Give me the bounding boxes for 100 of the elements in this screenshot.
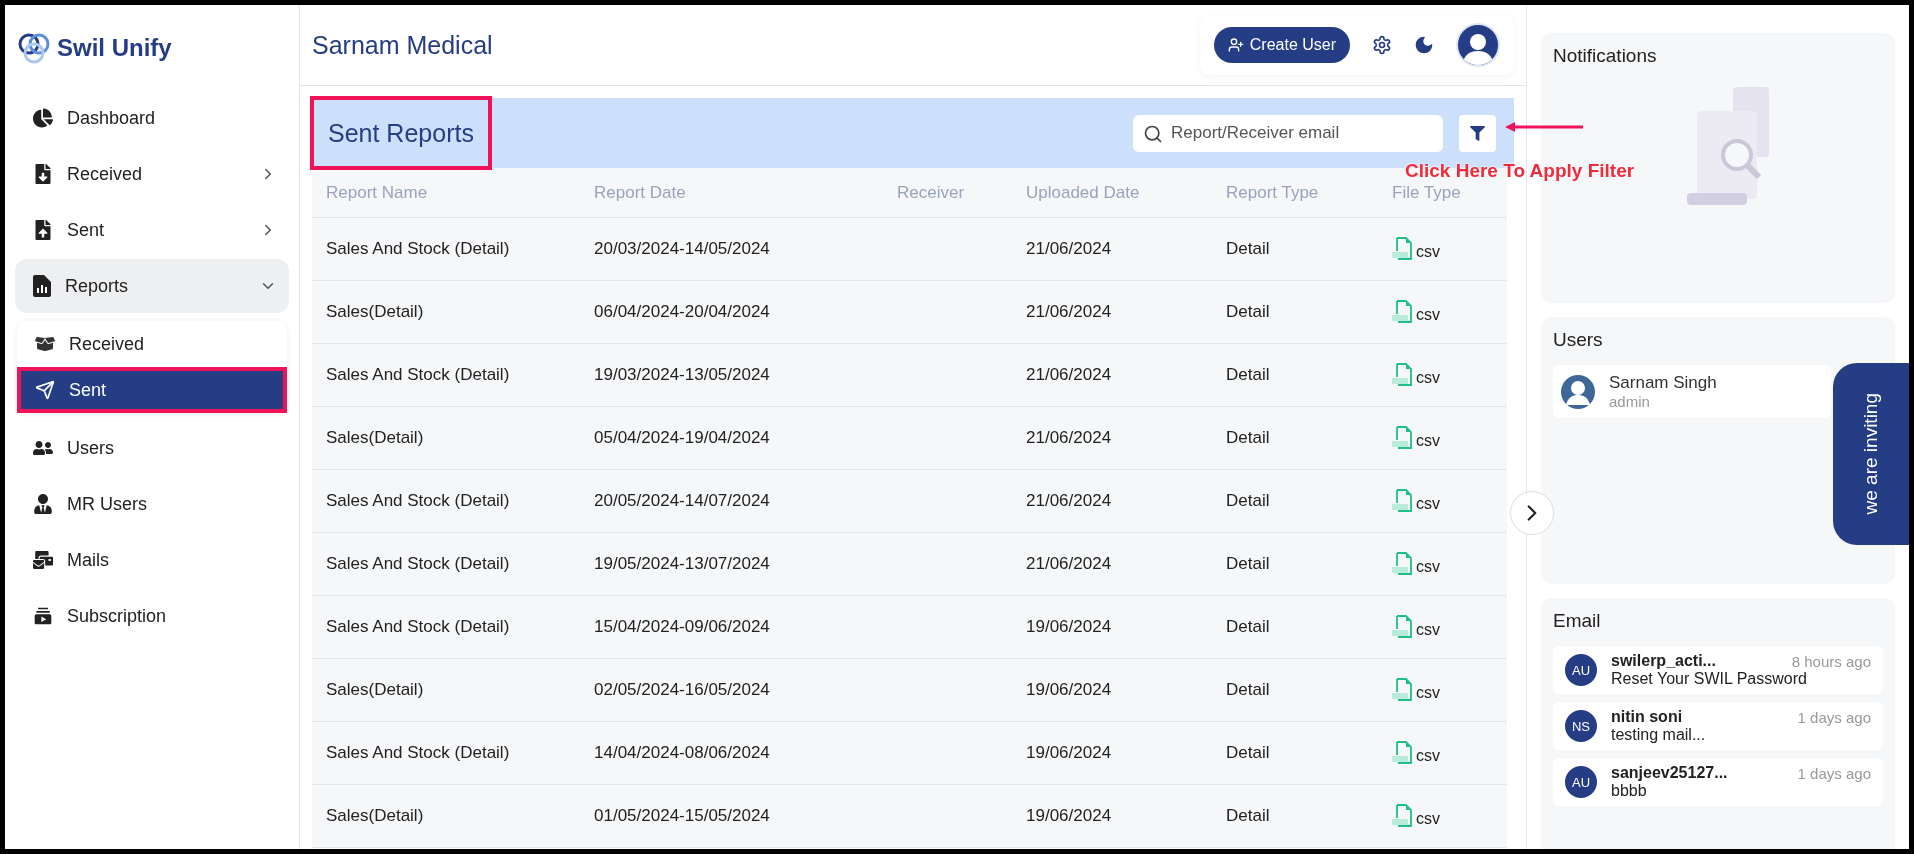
submenu-item[interactable]: Received [17, 321, 287, 367]
settings-icon[interactable] [1372, 35, 1392, 55]
table-cell-text: Sales And Stock (Detail) [326, 617, 511, 637]
table-cell-text: Detail [1226, 617, 1271, 637]
column-header: Receiver [897, 182, 966, 203]
email-subject: bbbb [1611, 782, 1648, 800]
table-cell: csv [1416, 243, 1440, 261]
table-cell-text: Detail [1226, 239, 1271, 259]
table-cell-text: Detail [1226, 428, 1271, 448]
table-cell-text: Detail [1226, 743, 1271, 763]
moon-icon[interactable] [1414, 35, 1434, 55]
table-cell-text: 21/06/2024 [1026, 302, 1113, 322]
user-role: admin [1609, 393, 1651, 410]
pie-chart-icon [33, 108, 53, 128]
sidebar-item[interactable]: Subscription [15, 589, 289, 643]
submenu-item[interactable]: Sent [17, 367, 287, 413]
email-subject: testing mail... [1611, 726, 1707, 744]
csv-file-icon [1392, 804, 1414, 828]
email-item[interactable]: AU swilerp_acti... 8 hours ago Reset Your SWIL Password [1553, 646, 1883, 694]
table-cell-text: 19/06/2024 [1026, 680, 1113, 700]
table-cell-text: 21/06/2024 [1026, 428, 1113, 448]
csv-file-icon [1392, 552, 1414, 576]
paper-plane-icon [35, 380, 55, 400]
csv-file-icon [1392, 615, 1414, 639]
table-cell-text: 21/06/2024 [1026, 554, 1113, 574]
table-cell-text: 06/04/2024-20/04/2024 [594, 302, 771, 322]
user-avatar-icon [1561, 374, 1595, 409]
table-cell-text: 21/06/2024 [1026, 239, 1113, 259]
report-file-icon [33, 275, 51, 297]
table-cell: csv [1416, 747, 1440, 765]
csv-file-icon [1392, 237, 1414, 261]
table-cell-text: Sales And Stock (Detail) [326, 554, 511, 574]
table-cell-text: 21/06/2024 [1026, 365, 1113, 385]
sidebar-item[interactable]: Sent [15, 203, 289, 257]
card-title: Users [1553, 329, 1604, 351]
table-cell-text: 20/03/2024-14/05/2024 [594, 239, 771, 259]
sidebar-item[interactable]: MR Users [15, 477, 289, 531]
table-cell: csv [1416, 369, 1440, 387]
csv-file-icon [1392, 363, 1414, 387]
table-cell-text: Sales(Detail) [326, 302, 425, 322]
table-cell-text: Detail [1226, 302, 1271, 322]
initials-avatar: NS [1565, 710, 1597, 742]
email-sender: sanjeev25127... [1611, 764, 1729, 782]
table-cell: csv [1416, 432, 1440, 450]
table-cell-text: 20/05/2024-14/07/2024 [594, 491, 771, 511]
column-header: Uploaded Date [1026, 182, 1141, 203]
table-cell-text: 21/06/2024 [1026, 491, 1113, 511]
sidebar-item[interactable]: Dashboard [15, 91, 289, 145]
column-header: Report Name [326, 182, 429, 203]
csv-file-icon [1392, 489, 1414, 513]
table-cell-text: 05/04/2024-19/04/2024 [594, 428, 771, 448]
sidebar-item[interactable]: Reports [15, 259, 289, 313]
page-title: Sarnam Medical [312, 30, 494, 60]
table-cell-text: 19/05/2024-13/07/2024 [594, 554, 771, 574]
table-cell-text: Detail [1226, 680, 1271, 700]
table-cell-text: Detail [1226, 806, 1271, 826]
table-cell-text: Sales(Detail) [326, 680, 425, 700]
table-cell: csv [1416, 810, 1440, 828]
table-cell-text: 19/06/2024 [1026, 806, 1113, 826]
table-cell-text: 01/05/2024-15/05/2024 [594, 806, 771, 826]
email-sender: swilerp_acti... [1611, 652, 1717, 670]
column-header: Report Type [1226, 182, 1320, 203]
table-cell-text: Sales And Stock (Detail) [326, 239, 511, 259]
email-item[interactable]: AU sanjeev25127... 1 days ago bbbb [1553, 758, 1883, 806]
filter-button[interactable] [1459, 114, 1496, 152]
email-time: 8 hours ago [1791, 652, 1871, 670]
user-item[interactable]: Sarnam Singh admin [1553, 365, 1831, 418]
initials-avatar: AU [1565, 654, 1597, 686]
file-upload-icon [33, 220, 53, 240]
panel-title: Sent Reports [310, 96, 492, 170]
filter-icon [1470, 125, 1485, 141]
avatar[interactable] [1456, 23, 1500, 67]
table-cell-text: Detail [1226, 491, 1271, 511]
table-cell-text: 14/04/2024-08/06/2024 [594, 743, 771, 763]
csv-file-icon [1392, 741, 1414, 765]
users-icon [33, 438, 53, 458]
mailbox-icon [33, 550, 53, 570]
sidebar-item[interactable]: Received [15, 147, 289, 201]
table-cell-text: 19/06/2024 [1026, 743, 1113, 763]
table-cell-text: 02/05/2024-16/05/2024 [594, 680, 771, 700]
table-cell-text: 15/04/2024-09/06/2024 [594, 617, 771, 637]
invite-tab[interactable]: we are inviting [1833, 363, 1909, 545]
create-user-button[interactable]: Create User [1213, 27, 1350, 63]
email-sender: nitin soni [1611, 708, 1684, 726]
column-header: File Type [1392, 182, 1462, 203]
email-time: 1 days ago [1797, 764, 1871, 782]
box-icon [35, 334, 55, 354]
card-title: Notifications [1553, 45, 1658, 67]
card-title: Email [1553, 610, 1602, 632]
table-cell: csv [1416, 495, 1440, 513]
csv-file-icon [1392, 678, 1414, 702]
initials-avatar: AU [1565, 766, 1597, 798]
email-item[interactable]: NS nitin soni 1 days ago testing mail... [1553, 702, 1883, 750]
table-cell-text: Detail [1226, 554, 1271, 574]
table-cell: csv [1416, 621, 1440, 639]
search-field[interactable]: Report/Receiver email [1133, 114, 1443, 152]
sidebar-item[interactable]: Users [15, 421, 289, 475]
expand-button[interactable] [1510, 491, 1554, 535]
annotation-text: Click Here To Apply Filter [1405, 160, 1635, 182]
sidebar-item[interactable]: Mails [15, 533, 289, 587]
